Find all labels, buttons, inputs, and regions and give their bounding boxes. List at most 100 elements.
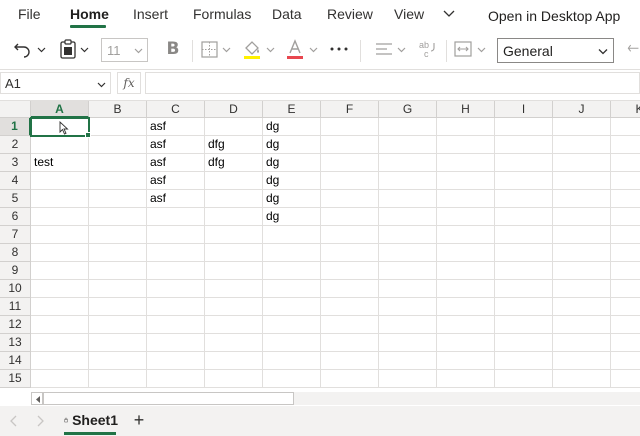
cell-g9[interactable] xyxy=(379,262,437,280)
cell-k12[interactable] xyxy=(611,316,640,334)
tab-home[interactable]: Home xyxy=(70,6,109,22)
cell-d3[interactable]: dfg xyxy=(205,154,263,172)
cell-c6[interactable] xyxy=(147,208,205,226)
cell-j7[interactable] xyxy=(553,226,611,244)
cell-i10[interactable] xyxy=(495,280,553,298)
open-in-desktop-button[interactable]: Open in Desktop App xyxy=(488,8,620,24)
cell-f8[interactable] xyxy=(321,244,379,262)
column-header-f[interactable]: F xyxy=(321,101,379,118)
wrap-text-button[interactable]: ab c xyxy=(417,38,439,60)
row-header-12[interactable]: 12 xyxy=(0,316,31,334)
cell-g3[interactable] xyxy=(379,154,437,172)
cell-d7[interactable] xyxy=(205,226,263,244)
cell-e3[interactable]: dg xyxy=(263,154,321,172)
fill-color-dropdown-icon[interactable] xyxy=(266,45,275,54)
cell-d10[interactable] xyxy=(205,280,263,298)
tab-data[interactable]: Data xyxy=(272,6,302,22)
cell-j4[interactable] xyxy=(553,172,611,190)
cell-f3[interactable] xyxy=(321,154,379,172)
cell-d8[interactable] xyxy=(205,244,263,262)
cell-h6[interactable] xyxy=(437,208,495,226)
cell-j1[interactable] xyxy=(553,118,611,136)
tab-view[interactable]: View xyxy=(394,6,424,22)
cell-g1[interactable] xyxy=(379,118,437,136)
cell-d11[interactable] xyxy=(205,298,263,316)
cell-i8[interactable] xyxy=(495,244,553,262)
cell-j8[interactable] xyxy=(553,244,611,262)
cell-b13[interactable] xyxy=(89,334,147,352)
cell-e7[interactable] xyxy=(263,226,321,244)
cell-j15[interactable] xyxy=(553,370,611,388)
cell-g5[interactable] xyxy=(379,190,437,208)
cell-i5[interactable] xyxy=(495,190,553,208)
cell-h7[interactable] xyxy=(437,226,495,244)
cell-b12[interactable] xyxy=(89,316,147,334)
row-header-15[interactable]: 15 xyxy=(0,370,31,388)
cell-j6[interactable] xyxy=(553,208,611,226)
row-header-14[interactable]: 14 xyxy=(0,352,31,370)
cell-c11[interactable] xyxy=(147,298,205,316)
align-dropdown-icon[interactable] xyxy=(397,45,406,54)
cell-c14[interactable] xyxy=(147,352,205,370)
cell-k11[interactable] xyxy=(611,298,640,316)
cell-g12[interactable] xyxy=(379,316,437,334)
cell-d4[interactable] xyxy=(205,172,263,190)
column-header-j[interactable]: J xyxy=(553,101,611,118)
cell-a13[interactable] xyxy=(31,334,89,352)
cell-f6[interactable] xyxy=(321,208,379,226)
paste-button[interactable] xyxy=(57,38,79,60)
cell-a12[interactable] xyxy=(31,316,89,334)
cell-i1[interactable] xyxy=(495,118,553,136)
cell-i7[interactable] xyxy=(495,226,553,244)
cell-e6[interactable]: dg xyxy=(263,208,321,226)
cell-e15[interactable] xyxy=(263,370,321,388)
cell-g13[interactable] xyxy=(379,334,437,352)
cell-b1[interactable] xyxy=(89,118,147,136)
cell-e9[interactable] xyxy=(263,262,321,280)
paste-dropdown-icon[interactable] xyxy=(80,45,89,54)
row-header-10[interactable]: 10 xyxy=(0,280,31,298)
cell-a9[interactable] xyxy=(31,262,89,280)
cell-h3[interactable] xyxy=(437,154,495,172)
cell-f1[interactable] xyxy=(321,118,379,136)
align-button[interactable] xyxy=(373,39,395,59)
cell-e8[interactable] xyxy=(263,244,321,262)
cell-j11[interactable] xyxy=(553,298,611,316)
cell-g8[interactable] xyxy=(379,244,437,262)
cell-f5[interactable] xyxy=(321,190,379,208)
row-header-11[interactable]: 11 xyxy=(0,298,31,316)
cell-b10[interactable] xyxy=(89,280,147,298)
cell-b9[interactable] xyxy=(89,262,147,280)
cell-k7[interactable] xyxy=(611,226,640,244)
cell-a10[interactable] xyxy=(31,280,89,298)
cell-i13[interactable] xyxy=(495,334,553,352)
cell-c8[interactable] xyxy=(147,244,205,262)
cell-e14[interactable] xyxy=(263,352,321,370)
cell-g14[interactable] xyxy=(379,352,437,370)
cell-k15[interactable] xyxy=(611,370,640,388)
cell-c4[interactable]: asf xyxy=(147,172,205,190)
cell-c5[interactable]: asf xyxy=(147,190,205,208)
cell-c9[interactable] xyxy=(147,262,205,280)
cell-a8[interactable] xyxy=(31,244,89,262)
cell-e5[interactable]: dg xyxy=(263,190,321,208)
cell-h1[interactable] xyxy=(437,118,495,136)
borders-button[interactable] xyxy=(199,39,219,59)
cell-h9[interactable] xyxy=(437,262,495,280)
column-header-h[interactable]: H xyxy=(437,101,495,118)
cell-k14[interactable] xyxy=(611,352,640,370)
cell-d6[interactable] xyxy=(205,208,263,226)
cell-i6[interactable] xyxy=(495,208,553,226)
cell-f2[interactable] xyxy=(321,136,379,154)
add-sheet-button[interactable]: + xyxy=(130,410,148,430)
column-header-c[interactable]: C xyxy=(147,101,205,118)
cell-e13[interactable] xyxy=(263,334,321,352)
cell-j9[interactable] xyxy=(553,262,611,280)
column-header-a[interactable]: A xyxy=(31,101,89,118)
row-header-6[interactable]: 6 xyxy=(0,208,31,226)
cell-h11[interactable] xyxy=(437,298,495,316)
cell-i2[interactable] xyxy=(495,136,553,154)
cell-h15[interactable] xyxy=(437,370,495,388)
cell-g6[interactable] xyxy=(379,208,437,226)
cell-j13[interactable] xyxy=(553,334,611,352)
